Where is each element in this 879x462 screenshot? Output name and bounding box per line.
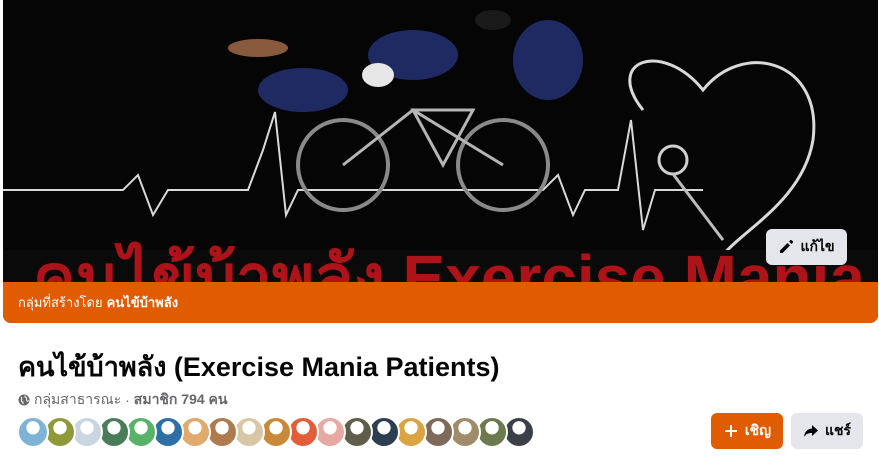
meta-separator: · — [125, 392, 130, 408]
group-title[interactable]: คนไข้บ้าพลัง (Exercise Mania Patients) — [18, 345, 500, 388]
share-label: แชร์ — [824, 422, 852, 438]
cover-photo: คนไข้บ้าพลัง Exercise Mania Patients แก้… — [3, 0, 878, 323]
creator-link[interactable]: คนไข้บ้าพลัง — [107, 292, 178, 313]
member-count[interactable]: สมาชิก 794 คน — [134, 389, 228, 411]
creator-prefix: กลุ่มที่สร้างโดย — [18, 295, 103, 310]
avatar[interactable] — [17, 416, 49, 448]
invite-button[interactable]: เชิญ — [711, 413, 783, 449]
privacy-label: กลุ่มสาธารณะ — [34, 391, 122, 407]
edit-cover-label: แก้ไข — [800, 238, 835, 254]
share-arrow-icon — [803, 425, 818, 437]
cover-watermark-text: คนไข้บ้าพลัง Exercise Mania Patients — [33, 241, 878, 282]
group-meta: กลุ่มสาธารณะ · สมาชิก 794 คน — [18, 389, 227, 411]
share-button[interactable]: แชร์ — [791, 413, 863, 449]
invite-label: เชิญ — [744, 422, 772, 438]
cover-image: คนไข้บ้าพลัง Exercise Mania Patients — [3, 0, 878, 282]
group-creator-bar: กลุ่มที่สร้างโดย คนไข้บ้าพลัง — [3, 282, 878, 323]
edit-cover-button[interactable]: แก้ไข — [766, 229, 847, 265]
pencil-icon — [780, 239, 794, 253]
member-avatars — [17, 416, 535, 450]
globe-icon — [18, 394, 30, 406]
plus-icon — [724, 425, 737, 437]
